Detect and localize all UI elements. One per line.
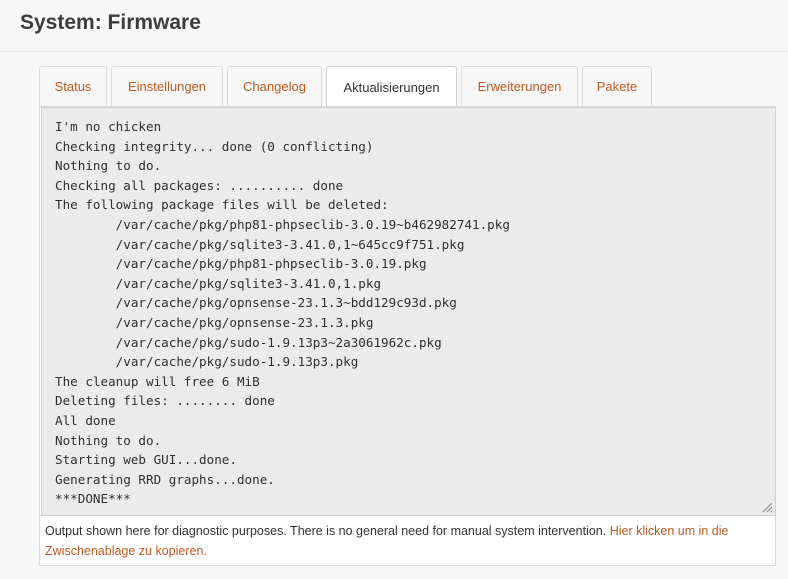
output-line: Checking all packages: .......... done	[55, 177, 344, 193]
diagnostic-note: Output shown here for diagnostic purpose…	[45, 521, 765, 561]
output-line: All done	[55, 412, 116, 428]
tab-pakete[interactable]: Pakete	[582, 66, 652, 106]
output-line: /var/cache/pkg/php81-phpseclib-3.0.19.pk…	[55, 256, 427, 272]
tab-status[interactable]: Status	[39, 66, 107, 106]
output-line: /var/cache/pkg/sudo-1.9.13p3~2a3061962c.…	[55, 334, 442, 350]
output-line: /var/cache/pkg/sqlite3-3.41.0,1~645cc9f7…	[55, 236, 465, 252]
tab-einstellungen[interactable]: Einstellungen	[111, 66, 223, 106]
content-panel: I'm no chicken Checking integrity... done…	[39, 106, 776, 566]
output-line: Checking integrity... done (0 conflictin…	[55, 138, 374, 154]
resize-handle-icon[interactable]	[761, 501, 773, 513]
output-line: I'm no chicken	[55, 119, 162, 134]
page-header: System: Firmware	[0, 0, 788, 52]
update-output-textarea[interactable]: I'm no chicken Checking integrity... done…	[41, 107, 776, 516]
output-line: ***DONE***	[55, 491, 131, 507]
output-line: Nothing to do.	[55, 158, 162, 174]
diagnostic-note-text: Output shown here for diagnostic purpose…	[45, 524, 610, 538]
tab-aktualisierungen[interactable]: Aktualisierungen	[326, 66, 457, 107]
tab-changelog[interactable]: Changelog	[227, 66, 322, 106]
output-line: Deleting files: ........ done	[55, 393, 275, 409]
tab-erweiterungen[interactable]: Erweiterungen	[461, 66, 578, 106]
output-line: Nothing to do.	[55, 432, 162, 448]
tab-bar: Status Einstellungen Changelog Aktualisi…	[39, 66, 656, 107]
output-line: Starting web GUI...done.	[55, 452, 237, 468]
output-line: The following package files will be dele…	[55, 197, 389, 213]
output-line: /var/cache/pkg/sqlite3-3.41.0,1.pkg	[55, 275, 382, 291]
output-line: /var/cache/pkg/opnsense-23.1.3.pkg	[55, 314, 374, 330]
page-title: System: Firmware	[20, 11, 201, 34]
output-line: Generating RRD graphs...done.	[55, 471, 275, 487]
output-line: /var/cache/pkg/sudo-1.9.13p3.pkg	[55, 354, 359, 370]
output-line: /var/cache/pkg/opnsense-23.1.3~bdd129c93…	[55, 295, 457, 311]
output-line: /var/cache/pkg/php81-phpseclib-3.0.19~b4…	[55, 216, 510, 232]
output-line: The cleanup will free 6 MiB	[55, 373, 260, 389]
